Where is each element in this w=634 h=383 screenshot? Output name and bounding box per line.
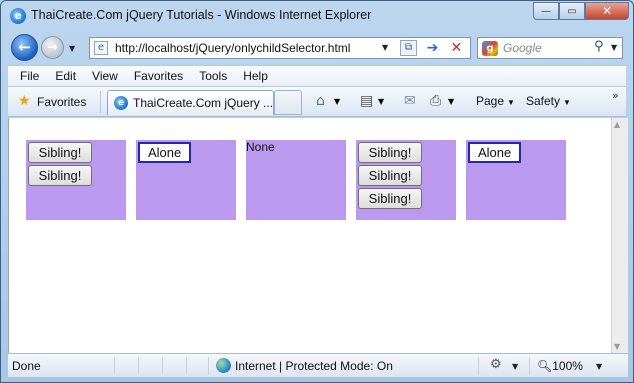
feeds-dropdown[interactable]: ▼ (378, 97, 384, 106)
status-divider (208, 357, 209, 375)
scroll-down-icon[interactable]: ▼ (614, 342, 620, 351)
alone-button[interactable]: Alone (468, 142, 522, 163)
google-logo-icon: g (482, 41, 498, 56)
safety-menu-label: Safety (526, 94, 561, 108)
status-divider (162, 357, 163, 375)
browser-window: e ThaiCreate.Com jQuery Tutorials - Wind… (0, 0, 634, 383)
sibling-button[interactable]: Sibling! (358, 188, 422, 209)
tab-label: ThaiCreate.Com jQuery ... (133, 96, 274, 110)
navigation-bar: ← → ▼ e http://localhost/jQuery/onlychil… (1, 31, 633, 64)
status-divider (138, 357, 139, 375)
page-menu[interactable]: Page ▼ (476, 94, 515, 108)
search-input[interactable] (503, 39, 589, 57)
search-icon[interactable]: ⚲ (594, 39, 604, 54)
chevron-down-icon: ▼ (563, 98, 571, 107)
tab-thaicreate[interactable]: e ThaiCreate.Com jQuery ... (107, 90, 274, 115)
address-dropdown[interactable]: ▼ (382, 43, 388, 52)
zoom-dropdown[interactable]: ▼ (596, 362, 602, 371)
maximize-button[interactable]: ▭ (559, 2, 585, 20)
close-button[interactable]: ✕ (585, 2, 629, 20)
alone-button[interactable]: Alone (138, 142, 192, 163)
menu-file[interactable]: File (12, 69, 47, 83)
toolbar-overflow-icon[interactable]: » (612, 89, 619, 102)
menu-view[interactable]: View (84, 69, 126, 83)
go-button[interactable]: ➔ (424, 40, 441, 56)
zoom-level[interactable]: 🔍︎100% (537, 359, 583, 373)
print-dropdown[interactable]: ▼ (448, 97, 454, 106)
feeds-icon[interactable]: ▤ (360, 93, 373, 109)
chevron-down-icon[interactable]: ▼ (512, 362, 518, 371)
security-zone[interactable]: Internet | Protected Mode: On (235, 359, 393, 373)
child-box-1: Sibling! Sibling! (26, 140, 126, 220)
sibling-button[interactable]: Sibling! (28, 165, 92, 186)
scroll-up-icon[interactable]: ▲ (614, 120, 620, 129)
menu-tools[interactable]: Tools (191, 69, 235, 83)
menu-bar: File Edit View Favorites Tools Help (8, 65, 626, 87)
window-title: ThaiCreate.Com jQuery Tutorials - Window… (31, 8, 372, 22)
page-menu-label: Page (476, 94, 505, 108)
internet-zone-icon (216, 358, 231, 373)
zoom-value: 100% (552, 359, 583, 373)
search-box: g ⚲ ▼ (477, 37, 623, 59)
none-text: None (246, 140, 275, 154)
status-bar: Done Internet | Protected Mode: On ⚙ ▼ 🔍… (8, 353, 628, 377)
page-icon: e (94, 41, 108, 55)
sibling-button[interactable]: Sibling! (358, 142, 422, 163)
status-divider (186, 357, 187, 375)
address-bar[interactable]: e http://localhost/jQuery/onlychildSelec… (89, 37, 471, 59)
status-divider (478, 357, 479, 375)
recent-pages-dropdown[interactable]: ▼ (69, 44, 75, 53)
back-button[interactable]: ← (11, 34, 38, 61)
child-box-5: Alone (466, 140, 566, 220)
menu-help[interactable]: Help (235, 69, 276, 83)
mail-icon[interactable]: ✉ (404, 93, 416, 109)
protected-mode-icon[interactable]: ⚙ (490, 357, 502, 372)
status-divider (114, 357, 115, 375)
favorites-star-icon[interactable]: ★ (18, 93, 31, 109)
sibling-button[interactable]: Sibling! (28, 142, 92, 163)
menu-favorites[interactable]: Favorites (126, 69, 191, 83)
minimize-button[interactable]: — (533, 2, 559, 20)
toolbar-divider (100, 91, 101, 113)
ie-logo-icon: e (114, 96, 128, 110)
menu-edit[interactable]: Edit (47, 69, 84, 83)
print-icon[interactable]: ⎙ (430, 93, 441, 109)
forward-button[interactable]: → (41, 36, 64, 59)
address-url[interactable]: http://localhost/jQuery/onlychildSelecto… (115, 41, 350, 55)
status-text: Done (12, 359, 41, 373)
page-viewport: Sibling! Sibling! Alone None Sibling! Si… (8, 118, 611, 353)
vertical-scrollbar[interactable]: ▲ ▼ (611, 118, 628, 353)
ie-logo-icon: e (10, 8, 26, 24)
chevron-down-icon: ▼ (507, 98, 515, 107)
child-box-4: Sibling! Sibling! Sibling! (356, 140, 456, 220)
home-dropdown[interactable]: ▼ (334, 97, 340, 106)
new-tab-button[interactable] (274, 90, 302, 115)
compatibility-view-button[interactable]: ⧉ (400, 40, 417, 56)
sibling-button[interactable]: Sibling! (358, 165, 422, 186)
search-options-dropdown[interactable]: ▼ (611, 43, 617, 52)
favorites-button[interactable]: Favorites (37, 95, 86, 109)
window-controls: — ▭ ✕ (533, 2, 629, 20)
status-divider (529, 357, 530, 375)
home-icon[interactable]: ⌂ (316, 93, 325, 109)
stop-button[interactable]: ✕ (448, 40, 465, 56)
favorites-bar: ★ Favorites e ThaiCreate.Com jQuery ... … (8, 87, 626, 117)
title-bar: e ThaiCreate.Com jQuery Tutorials - Wind… (1, 1, 633, 31)
forward-arrow-icon: → (47, 40, 58, 54)
child-box-3: None (246, 140, 346, 220)
child-box-2: Alone (136, 140, 236, 220)
safety-menu[interactable]: Safety ▼ (526, 94, 571, 108)
back-arrow-icon: ← (18, 38, 31, 56)
